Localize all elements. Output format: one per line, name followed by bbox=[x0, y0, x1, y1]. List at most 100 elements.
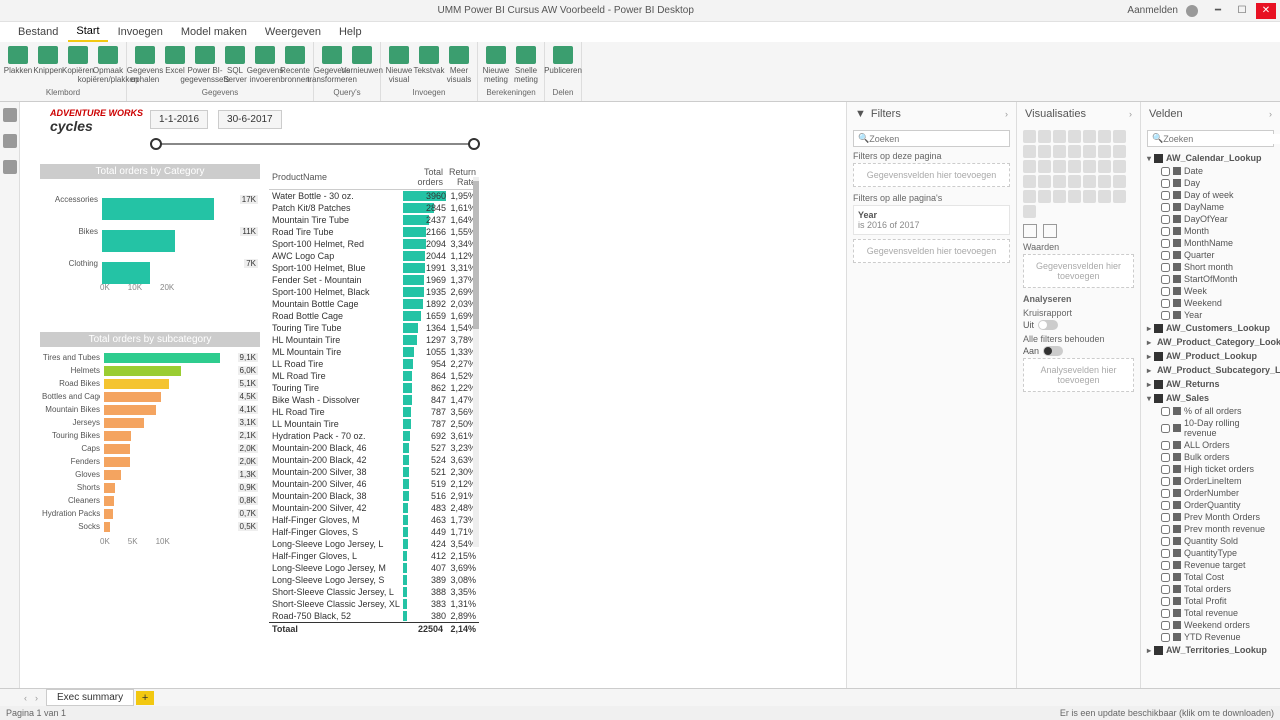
viz-type-icon[interactable] bbox=[1053, 160, 1066, 173]
ribbon-button[interactable]: Meer visuals bbox=[445, 44, 473, 88]
bar[interactable]: Bottles and Cages4,5K bbox=[42, 390, 258, 403]
viz-type-icon[interactable] bbox=[1038, 190, 1051, 203]
field-node[interactable]: OrderLineItem bbox=[1147, 475, 1274, 487]
field-node[interactable]: % of all orders bbox=[1147, 405, 1274, 417]
table-row[interactable]: Short-Sleeve Classic Jersey, XL3831,31% bbox=[269, 598, 479, 610]
slider-handle-left[interactable] bbox=[150, 138, 162, 150]
field-node[interactable]: Date bbox=[1147, 165, 1274, 177]
table-row[interactable]: Mountain Bottle Cage18922,03% bbox=[269, 298, 479, 310]
bar[interactable]: Tires and Tubes9,1K bbox=[42, 351, 258, 364]
keepfilters-toggle[interactable]: Aan bbox=[1023, 346, 1134, 356]
menu-tab[interactable]: Model maken bbox=[173, 23, 255, 41]
slider-handle-right[interactable] bbox=[468, 138, 480, 150]
table-row[interactable]: Hydration Pack - 70 oz.6923,61% bbox=[269, 430, 479, 442]
field-node[interactable]: Bulk orders bbox=[1147, 451, 1274, 463]
field-node[interactable]: Revenue target bbox=[1147, 559, 1274, 571]
table-row[interactable]: Road Tire Tube21661,55% bbox=[269, 226, 479, 238]
viz-type-icon[interactable] bbox=[1053, 190, 1066, 203]
ribbon-button[interactable]: Nieuwe visual bbox=[385, 44, 413, 88]
ribbon-button[interactable]: SQL Server bbox=[221, 44, 249, 88]
field-node[interactable]: Total Profit bbox=[1147, 595, 1274, 607]
bar[interactable]: Touring Bikes2,1K bbox=[42, 429, 258, 442]
viz-type-icon[interactable] bbox=[1068, 145, 1081, 158]
menu-tab[interactable]: Start bbox=[68, 22, 107, 42]
bar[interactable]: Hydration Packs0,7K bbox=[42, 507, 258, 520]
field-node[interactable]: 10-Day rolling revenue bbox=[1147, 417, 1274, 439]
table-row[interactable]: Long-Sleeve Logo Jersey, L4243,54% bbox=[269, 538, 479, 550]
field-node[interactable]: High ticket orders bbox=[1147, 463, 1274, 475]
field-node[interactable]: Total orders bbox=[1147, 583, 1274, 595]
report-canvas[interactable]: ADVENTURE WORKS cycles 1-1-2016 30-6-201… bbox=[20, 102, 846, 688]
viz-type-icon[interactable] bbox=[1083, 130, 1096, 143]
model-view-icon[interactable] bbox=[3, 160, 17, 174]
filter-well[interactable]: Gegevensvelden hier toevoegen bbox=[853, 239, 1010, 263]
menu-tab[interactable]: Help bbox=[331, 23, 370, 41]
viz-type-icon[interactable] bbox=[1098, 175, 1111, 188]
filter-well[interactable]: Gegevensvelden hier toevoegen bbox=[853, 163, 1010, 187]
product-table[interactable]: ProductNameTotal ordersReturn RateWater … bbox=[268, 164, 480, 560]
field-node[interactable]: Total revenue bbox=[1147, 607, 1274, 619]
table-row[interactable]: Mountain-200 Black, 425243,63% bbox=[269, 454, 479, 466]
filter-card-year[interactable]: Year is 2016 of 2017 bbox=[853, 205, 1010, 235]
maximize-icon[interactable]: ☐ bbox=[1232, 3, 1252, 19]
table-row[interactable]: LL Road Tire9542,27% bbox=[269, 358, 479, 370]
table-row[interactable]: HL Mountain Tire12973,78% bbox=[269, 334, 479, 346]
date-slicer[interactable]: 1-1-2016 30-6-2017 bbox=[150, 110, 480, 155]
viz-type-icon[interactable] bbox=[1038, 145, 1051, 158]
page-tab[interactable]: Exec summary bbox=[46, 689, 134, 706]
field-node[interactable]: Day bbox=[1147, 177, 1274, 189]
table-row[interactable]: ML Road Tire8641,52% bbox=[269, 370, 479, 382]
bar[interactable]: Cleaners0,8K bbox=[42, 494, 258, 507]
field-well[interactable]: Analysevelden hier toevoegen bbox=[1023, 358, 1134, 392]
bar[interactable]: Gloves1,3K bbox=[42, 468, 258, 481]
table-row[interactable]: Water Bottle - 30 oz.39601,95% bbox=[269, 190, 479, 203]
viz-type-icon[interactable] bbox=[1068, 160, 1081, 173]
collapse-icon[interactable]: › bbox=[1129, 109, 1132, 119]
col-header[interactable]: ProductName bbox=[269, 165, 403, 190]
table-node[interactable]: ▸AW_Territories_Lookup bbox=[1147, 643, 1274, 657]
viz-type-icon[interactable] bbox=[1053, 130, 1066, 143]
ribbon-button[interactable]: Nieuwe meting bbox=[482, 44, 510, 88]
data-view-icon[interactable] bbox=[3, 134, 17, 148]
signin-link[interactable]: Aanmelden bbox=[1127, 5, 1178, 16]
viz-type-icon[interactable] bbox=[1113, 175, 1126, 188]
bar[interactable]: Accessories17K bbox=[42, 183, 258, 215]
table-row[interactable]: Mountain Tire Tube24371,64% bbox=[269, 214, 479, 226]
ribbon-button[interactable]: Knippen bbox=[34, 44, 62, 88]
table-node[interactable]: ▾AW_Sales bbox=[1147, 391, 1274, 405]
viz-type-icon[interactable] bbox=[1023, 190, 1036, 203]
viz-type-icon[interactable] bbox=[1083, 190, 1096, 203]
report-view-icon[interactable] bbox=[3, 108, 17, 122]
table-row[interactable]: AWC Logo Cap20441,12% bbox=[269, 250, 479, 262]
table-row[interactable]: Mountain-200 Silver, 465192,12% bbox=[269, 478, 479, 490]
viz-type-icon[interactable] bbox=[1113, 160, 1126, 173]
bar[interactable]: Socks0,5K bbox=[42, 520, 258, 533]
field-node[interactable]: Year bbox=[1147, 309, 1274, 321]
ribbon-button[interactable]: Plakken bbox=[4, 44, 32, 88]
table-row[interactable]: Half-Finger Gloves, M4631,73% bbox=[269, 514, 479, 526]
viz-type-icon[interactable] bbox=[1068, 190, 1081, 203]
field-node[interactable]: Short month bbox=[1147, 261, 1274, 273]
format-tab-icon[interactable] bbox=[1043, 224, 1057, 238]
viz-type-icon[interactable] bbox=[1038, 160, 1051, 173]
table-row[interactable]: Sport-100 Helmet, Black19352,69% bbox=[269, 286, 479, 298]
viz-type-icon[interactable] bbox=[1068, 130, 1081, 143]
table-row[interactable]: Long-Sleeve Logo Jersey, M4073,69% bbox=[269, 562, 479, 574]
viz-type-icon[interactable] bbox=[1083, 145, 1096, 158]
viz-type-icon[interactable] bbox=[1068, 175, 1081, 188]
field-node[interactable]: OrderQuantity bbox=[1147, 499, 1274, 511]
nav-next-icon[interactable]: › bbox=[35, 693, 38, 703]
collapse-icon[interactable]: › bbox=[1005, 109, 1008, 119]
viz-type-icon[interactable] bbox=[1023, 175, 1036, 188]
viz-type-icon[interactable] bbox=[1113, 130, 1126, 143]
category-chart[interactable]: Total orders by Category Accessories17KB… bbox=[40, 164, 260, 324]
viz-type-icon[interactable] bbox=[1098, 190, 1111, 203]
field-node[interactable]: YTD Revenue bbox=[1147, 631, 1274, 643]
viz-type-icon[interactable] bbox=[1113, 190, 1126, 203]
ribbon-button[interactable]: Opmaak kopiëren/plakken bbox=[94, 44, 122, 88]
table-row[interactable]: Half-Finger Gloves, S4491,71% bbox=[269, 526, 479, 538]
table-row[interactable]: Touring Tire8621,22% bbox=[269, 382, 479, 394]
table-node[interactable]: ▸AW_Returns bbox=[1147, 377, 1274, 391]
filters-search[interactable]: 🔍 bbox=[853, 130, 1010, 147]
ribbon-button[interactable]: Vernieuwen bbox=[348, 44, 376, 88]
